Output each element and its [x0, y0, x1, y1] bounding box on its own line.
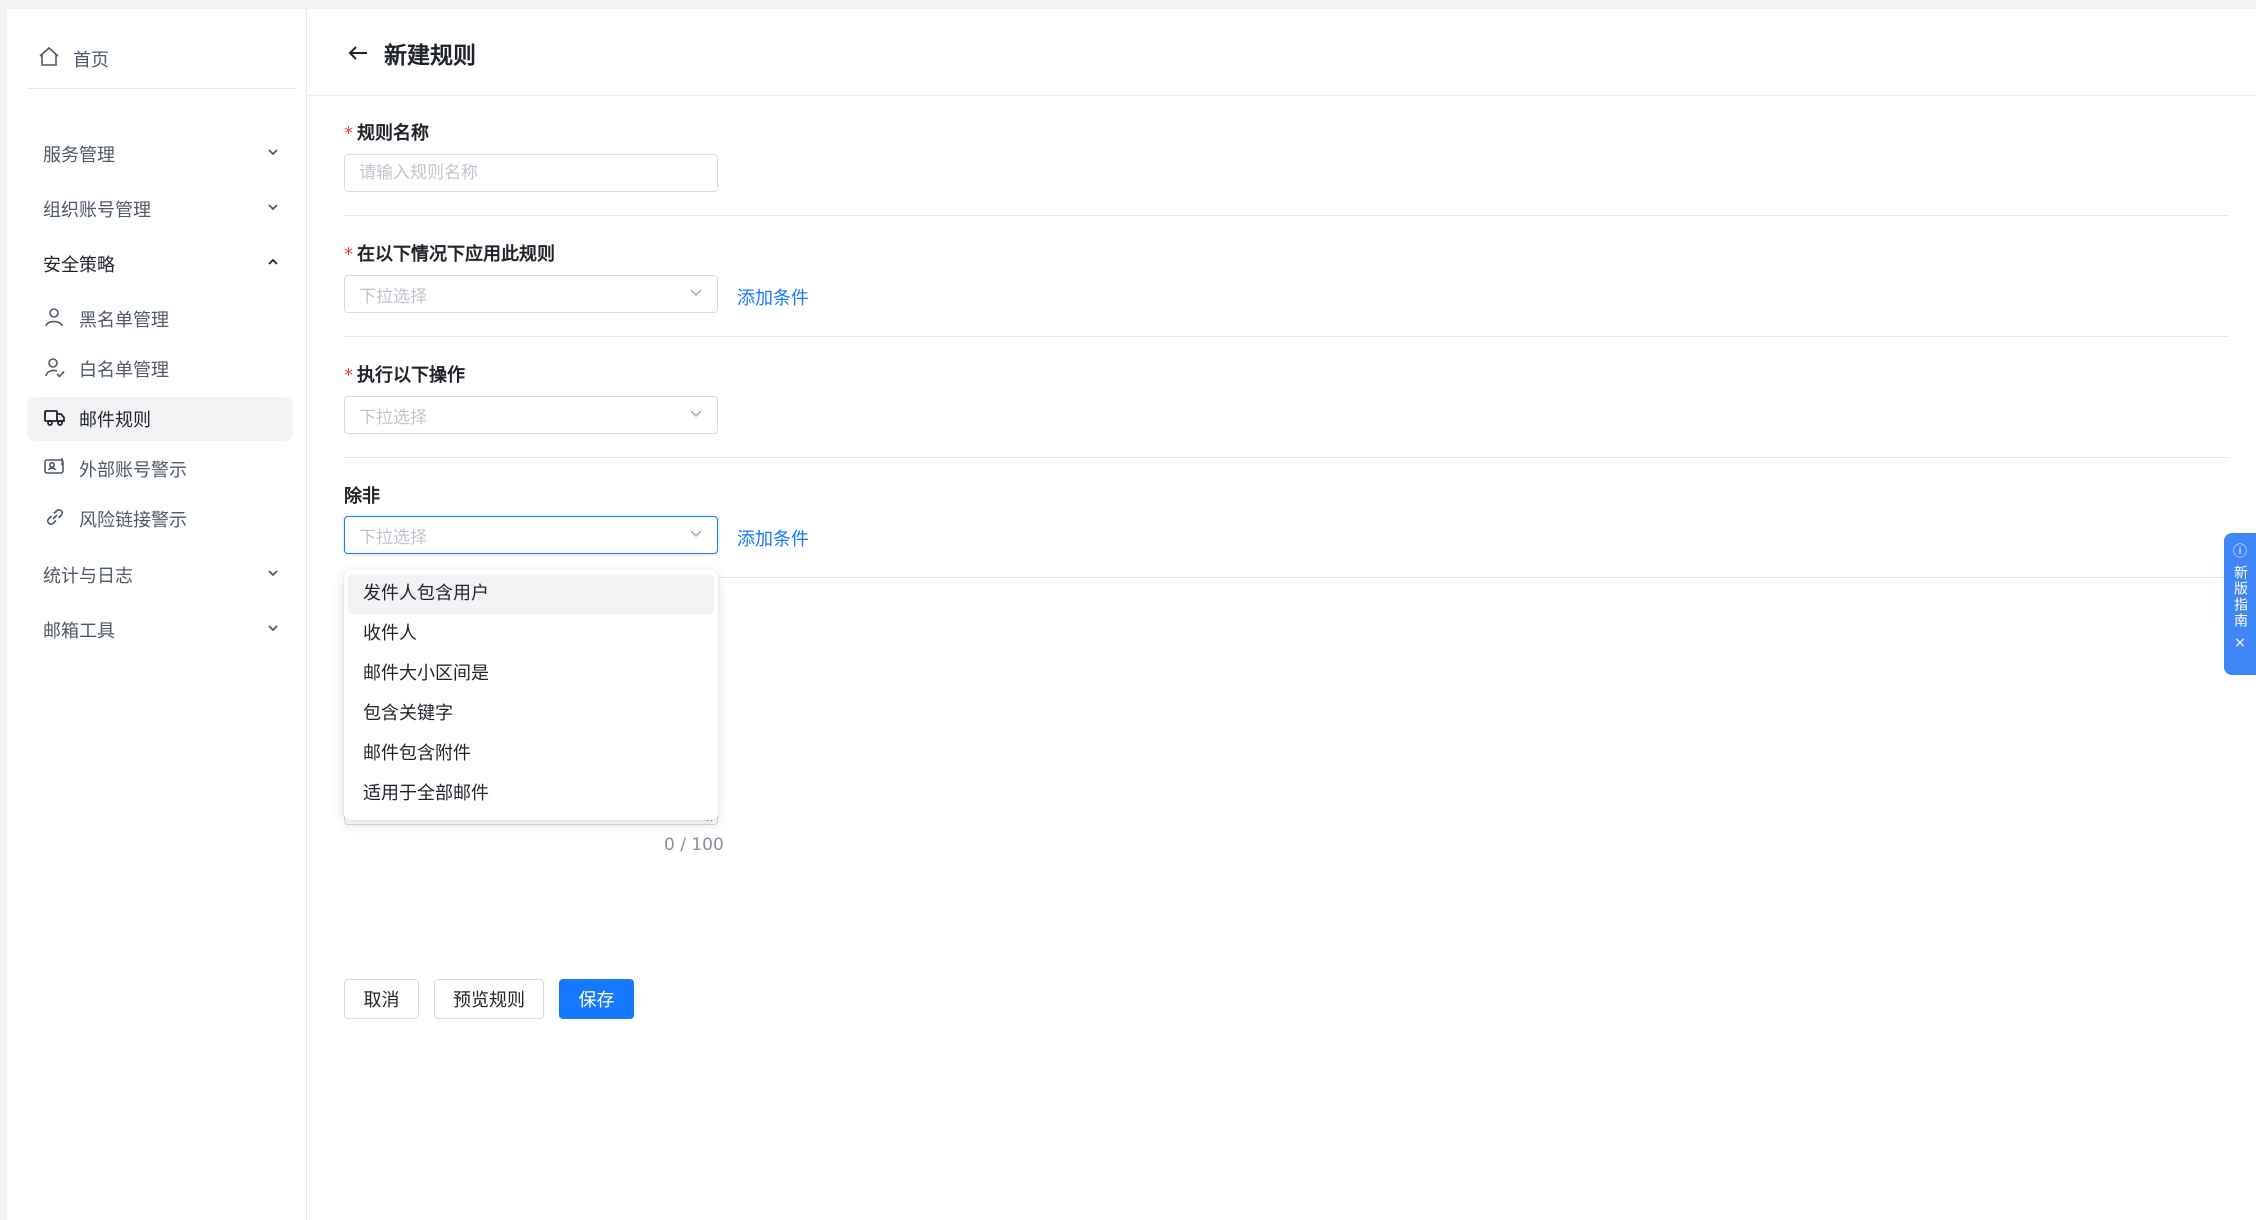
info-icon: ⓘ [2233, 544, 2247, 560]
truck-icon [43, 405, 67, 434]
back-arrow-icon[interactable] [343, 38, 373, 68]
required-mark: * [344, 365, 353, 386]
conditions-label: * 在以下情况下应用此规则 [344, 240, 555, 266]
home-link[interactable]: 首页 [37, 37, 109, 81]
sidebar-item-mail-rules[interactable]: 邮件规则 [27, 397, 293, 441]
char-counter: 0 / 100 [664, 835, 724, 855]
exceptions-label: 除非 [344, 486, 380, 507]
menu-group-mail-tools[interactable]: 邮箱工具 [27, 607, 293, 653]
app-frame: 首页 服务管理 组织账号管理 安全策略 黑名单管理 白名单管理 邮件规则 外部账… [7, 9, 2256, 1220]
rule-name-label: * 规则名称 [344, 119, 429, 145]
cancel-button[interactable]: 取消 [344, 979, 419, 1019]
menu-group-org-accounts[interactable]: 组织账号管理 [27, 186, 293, 232]
chevron-down-icon [265, 199, 281, 220]
add-exception-link[interactable]: 添加条件 [737, 525, 809, 551]
select-placeholder: 下拉选择 [359, 407, 427, 428]
actions-label-text: 执行以下操作 [357, 365, 465, 386]
sidebar: 首页 服务管理 组织账号管理 安全策略 黑名单管理 白名单管理 邮件规则 外部账… [7, 9, 307, 1220]
user-icon [43, 305, 67, 334]
section-divider [344, 336, 2229, 337]
chevron-down-icon [687, 283, 705, 306]
home-label: 首页 [73, 50, 109, 71]
menu-group-security-policy[interactable]: 安全策略 [27, 241, 293, 287]
chevron-down-icon [265, 565, 281, 586]
guide-label: 新版指南 [2232, 565, 2248, 629]
menu-group-service[interactable]: 服务管理 [27, 131, 293, 177]
conditions-select[interactable]: 下拉选择 [344, 275, 718, 313]
actions-label: * 执行以下操作 [344, 361, 465, 387]
menu-group-label: 统计与日志 [43, 566, 133, 587]
section-divider [344, 215, 2229, 216]
exceptions-select[interactable]: 下拉选择 [344, 516, 718, 554]
menu-group-label: 邮箱工具 [43, 621, 115, 642]
select-placeholder: 下拉选择 [359, 286, 427, 307]
sidebar-item-blacklist[interactable]: 黑名单管理 [27, 297, 293, 341]
add-condition-link[interactable]: 添加条件 [737, 284, 809, 310]
chevron-down-icon [687, 524, 705, 547]
sidebar-item-label: 外部账号警示 [79, 460, 187, 481]
main-content: 新建规则 *规则名称 *在以下情况下应用此规则 下拉选择 添加条件 *执行以下操… [307, 9, 2256, 1220]
menu-group-label: 服务管理 [43, 145, 115, 166]
sidebar-item-risk-link-warning[interactable]: 风险链接警示 [27, 497, 293, 541]
menu-group-stats-logs[interactable]: 统计与日志 [27, 552, 293, 598]
chevron-down-icon [687, 404, 705, 427]
page-header: 新建规则 [307, 9, 2256, 96]
user-check-icon [43, 355, 67, 384]
exceptions-dropdown: 发件人包含用户 收件人 邮件大小区间是 包含关键字 邮件包含附件 适用于全部邮件 [344, 570, 718, 820]
sidebar-item-external-account-warning[interactable]: 外部账号警示 [27, 447, 293, 491]
new-version-guide-tab[interactable]: ⓘ 新版指南 × [2224, 533, 2256, 675]
required-mark: * [344, 244, 353, 265]
close-icon[interactable]: × [2234, 635, 2246, 651]
dropdown-option[interactable]: 邮件包含附件 [348, 734, 714, 774]
section-divider [344, 457, 2229, 458]
sidebar-item-label: 风险链接警示 [79, 510, 187, 531]
sidebar-item-label: 白名单管理 [79, 360, 169, 381]
home-icon [37, 45, 61, 74]
sidebar-item-whitelist[interactable]: 白名单管理 [27, 347, 293, 391]
save-button[interactable]: 保存 [559, 979, 634, 1019]
select-placeholder: 下拉选择 [359, 527, 427, 548]
sidebar-item-label: 黑名单管理 [79, 310, 169, 331]
sidebar-divider [27, 88, 296, 89]
link-icon [43, 505, 67, 534]
menu-group-label: 组织账号管理 [43, 200, 151, 221]
account-warning-icon [43, 455, 67, 484]
menu-group-label: 安全策略 [43, 255, 115, 276]
actions-select[interactable]: 下拉选择 [344, 396, 718, 434]
chevron-down-icon [265, 144, 281, 165]
required-mark: * [344, 123, 353, 144]
sidebar-item-label: 邮件规则 [79, 410, 151, 431]
chevron-up-icon [265, 254, 281, 275]
dropdown-option[interactable]: 收件人 [348, 614, 714, 654]
dropdown-option[interactable]: 发件人包含用户 [348, 574, 714, 614]
chevron-down-icon [265, 620, 281, 641]
rule-name-input[interactable] [344, 154, 718, 192]
preview-rule-button[interactable]: 预览规则 [434, 979, 544, 1019]
dropdown-option[interactable]: 邮件大小区间是 [348, 654, 714, 694]
page-title: 新建规则 [384, 43, 476, 69]
rule-name-label-text: 规则名称 [357, 123, 429, 144]
dropdown-option[interactable]: 适用于全部邮件 [348, 774, 714, 814]
dropdown-option[interactable]: 包含关键字 [348, 694, 714, 734]
conditions-label-text: 在以下情况下应用此规则 [357, 244, 555, 265]
